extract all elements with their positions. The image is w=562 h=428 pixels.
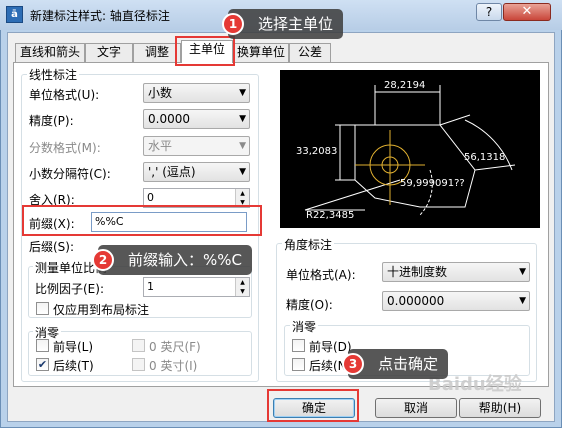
unit-format-select[interactable]: 小数 ▼ xyxy=(143,83,250,103)
feet-zero-checkbox[interactable] xyxy=(132,339,145,352)
tab-tolerances[interactable]: 公差 xyxy=(289,43,331,62)
angular-precision-select[interactable]: 0.000000 ▼ xyxy=(382,291,530,311)
callout-step-3: 3 点击确定 xyxy=(342,349,449,379)
trailing-zero-label: 后续(T) xyxy=(53,359,94,373)
cancel-button[interactable]: 取消 xyxy=(375,398,457,418)
dimension-preview: 28,2194 33,2083 56,1318 59,999091?? R22,… xyxy=(280,70,540,228)
chevron-down-icon: ▼ xyxy=(239,141,246,151)
preview-dim-right: 56,1318 xyxy=(464,152,505,163)
window-title: 新建标注样式: 轴直径标注 xyxy=(30,9,170,23)
fraction-format-select[interactable]: 水平 ▼ xyxy=(143,136,250,156)
inches-zero-label: 0 英寸(I) xyxy=(149,359,198,373)
highlight-prefix-row xyxy=(22,205,262,236)
step-number-badge: 3 xyxy=(342,353,364,375)
angular-group-title: 角度标注 xyxy=(282,236,335,253)
chevron-down-icon: ▼ xyxy=(239,167,246,177)
angular-unit-format-label: 单位格式(A): xyxy=(286,268,356,282)
app-icon: ā xyxy=(6,6,23,23)
precision-label: 精度(P): xyxy=(29,114,74,128)
highlight-ok-button xyxy=(267,389,359,422)
precision-select[interactable]: 0.0000 ▼ xyxy=(143,109,250,129)
preview-dim-radius: R22,3485 xyxy=(306,210,354,221)
scale-factor-value: 1 xyxy=(147,280,154,293)
tab-fit[interactable]: 调整 xyxy=(133,43,181,62)
preview-dim-angle: 59,999091?? xyxy=(400,178,465,189)
callout-text: 前缀输入：%%C xyxy=(128,251,242,269)
angular-precision-value: 0.000000 xyxy=(387,294,445,308)
precision-value: 0.0000 xyxy=(148,112,190,126)
layout-only-checkbox[interactable] xyxy=(36,302,49,315)
callout-step-1: 1 选择主单位 xyxy=(222,9,344,39)
angular-leading-checkbox[interactable] xyxy=(292,339,305,352)
trailing-zero-checkbox[interactable]: ✔ xyxy=(36,358,49,371)
chevron-down-icon: ▼ xyxy=(519,267,526,277)
unit-format-value: 小数 xyxy=(148,86,173,100)
unit-format-label: 单位格式(U): xyxy=(29,88,100,102)
round-off-value: 0 xyxy=(147,191,154,204)
callout-text: 选择主单位 xyxy=(258,15,334,33)
fraction-format-label: 分数格式(M): xyxy=(29,141,101,155)
help-title-button[interactable]: ? xyxy=(476,3,502,21)
close-button[interactable]: ✕ xyxy=(503,3,551,21)
feet-zero-label: 0 英尺(F) xyxy=(149,340,201,354)
leading-zero-checkbox[interactable] xyxy=(36,339,49,352)
inches-zero-checkbox[interactable] xyxy=(132,358,145,371)
spinner-arrows-icon[interactable]: ▲ ▼ xyxy=(235,278,249,296)
layout-only-label: 仅应用到布局标注 xyxy=(53,303,150,317)
angular-unit-format-select[interactable]: 十进制度数 ▼ xyxy=(382,262,530,282)
step-number-badge: 2 xyxy=(92,249,114,271)
chevron-down-icon: ▼ xyxy=(239,88,246,98)
scale-factor-label: 比例因子(E): xyxy=(35,282,104,296)
tab-lines-arrows[interactable]: 直线和箭头 xyxy=(15,43,85,62)
help-button[interactable]: 帮助(H) xyxy=(459,398,541,418)
step-number-badge: 1 xyxy=(222,13,244,35)
tab-alternate-units[interactable]: 换算单位 xyxy=(233,43,289,62)
suffix-label: 后缀(S): xyxy=(29,240,75,254)
decimal-separator-value: ',' (逗点) xyxy=(148,165,196,179)
angular-precision-label: 精度(O): xyxy=(286,298,333,312)
fraction-format-value: 水平 xyxy=(148,139,173,153)
angular-zero-title: 消零 xyxy=(290,318,319,335)
callout-step-2: 2 前缀输入：%%C xyxy=(92,245,252,275)
preview-drawing: 28,2194 33,2083 56,1318 59,999091?? R22,… xyxy=(296,80,516,221)
chevron-down-icon: ▼ xyxy=(519,296,526,306)
scale-factor-input[interactable]: 1 ▲ ▼ xyxy=(143,277,250,297)
angular-trailing-checkbox[interactable] xyxy=(292,358,305,371)
preview-dim-left: 33,2083 xyxy=(296,146,337,157)
tab-primary-units[interactable]: 主单位 xyxy=(181,40,233,63)
preview-dim-top: 28,2194 xyxy=(384,80,425,91)
tab-text[interactable]: 文字 xyxy=(85,43,133,62)
decimal-separator-select[interactable]: ',' (逗点) ▼ xyxy=(143,162,250,182)
angular-unit-format-value: 十进制度数 xyxy=(387,265,448,279)
callout-text: 点击确定 xyxy=(378,355,439,373)
leading-zero-label: 前导(L) xyxy=(53,340,94,354)
linear-group-title: 线性标注 xyxy=(27,66,80,83)
angular-leading-label: 前导(D) xyxy=(309,340,352,354)
chevron-down-icon: ▼ xyxy=(239,114,246,124)
decimal-separator-label: 小数分隔符(C): xyxy=(29,167,111,181)
